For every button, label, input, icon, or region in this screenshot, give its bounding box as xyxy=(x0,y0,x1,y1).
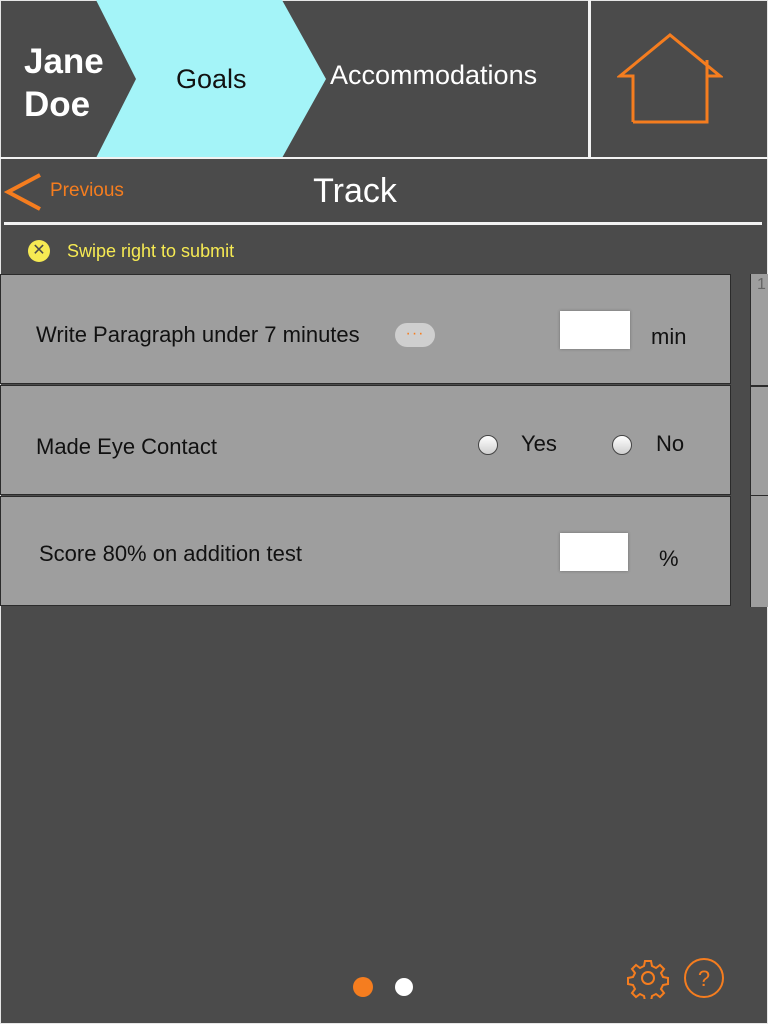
page-dot-1[interactable] xyxy=(353,977,373,997)
next-card-number: 1 xyxy=(757,276,766,293)
help-button[interactable]: ? xyxy=(683,957,725,999)
goal-card-eye-contact: Made Eye Contact Yes No xyxy=(0,385,731,495)
gear-icon xyxy=(627,960,669,1002)
tab-accommodations[interactable]: Accommodations xyxy=(330,60,580,100)
home-icon xyxy=(617,33,723,124)
close-circle-icon[interactable]: ✕ xyxy=(28,240,50,262)
page-dot-2[interactable] xyxy=(395,978,413,996)
tab-accommodations-label: Accommodations xyxy=(330,60,538,90)
peek-divider xyxy=(750,385,768,387)
notice-text: Swipe right to submit xyxy=(67,241,235,261)
radio-yes[interactable] xyxy=(478,435,498,455)
tab-goals-label: Goals xyxy=(176,64,247,94)
radio-no-label: No xyxy=(656,431,685,456)
goal-card-paragraph: Write Paragraph under 7 minutes ··· min xyxy=(0,274,731,384)
help-icon: ? xyxy=(684,958,724,998)
goal-card-addition: Score 80% on addition test % xyxy=(0,496,731,606)
goal-label: Made Eye Contact xyxy=(36,434,217,459)
settings-button[interactable] xyxy=(627,957,669,1002)
peek-divider xyxy=(750,495,768,496)
more-options-button[interactable]: ··· xyxy=(395,323,435,347)
title-divider xyxy=(4,222,762,225)
goal-label: Score 80% on addition test xyxy=(39,541,302,566)
unit-label: % xyxy=(659,546,679,571)
next-card-peek[interactable] xyxy=(750,274,768,607)
page-title: Track xyxy=(313,172,397,210)
goal-label: Write Paragraph under 7 minutes xyxy=(36,322,360,347)
percent-input[interactable] xyxy=(560,533,628,571)
minutes-input[interactable] xyxy=(560,311,630,349)
radio-yes-label: Yes xyxy=(521,431,557,456)
svg-text:?: ? xyxy=(698,966,710,991)
header-divider-line xyxy=(0,157,768,159)
header-bar: Jane Doe Goals Accommodations xyxy=(0,0,768,158)
radio-no[interactable] xyxy=(612,435,632,455)
home-button[interactable] xyxy=(591,0,768,157)
unit-label: min xyxy=(651,324,687,349)
tab-goals[interactable]: Goals xyxy=(96,0,328,158)
